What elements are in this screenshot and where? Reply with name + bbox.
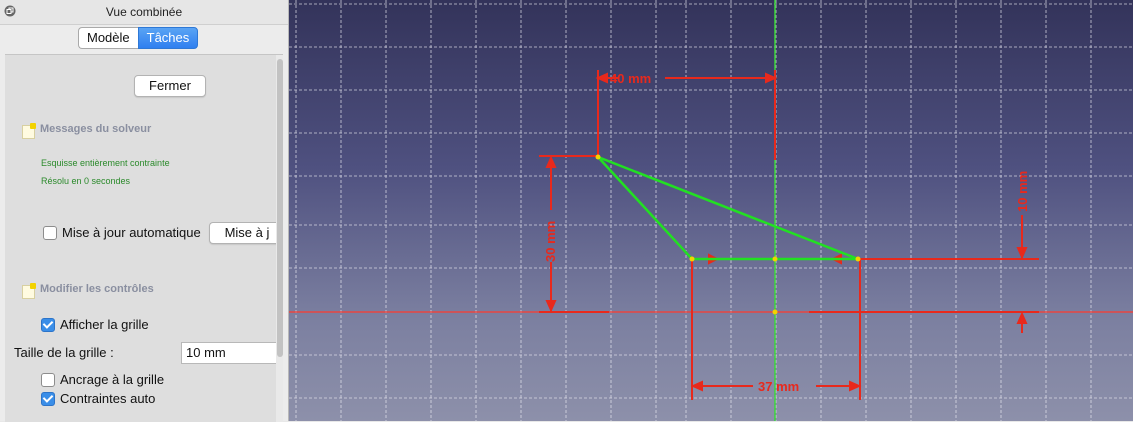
note-icon	[22, 123, 36, 139]
update-button[interactable]: Mise à j	[209, 222, 283, 244]
edit-controls-heading[interactable]: Modifier les contrôles	[40, 283, 154, 295]
show-grid-label: Afficher la grille	[60, 317, 149, 332]
window-title: Vue combinée	[105, 5, 183, 19]
combined-view-panel: Vue combinée Modèle Tâches Fermer Messag…	[0, 0, 289, 422]
snap-grid-label: Ancrage à la grille	[60, 372, 165, 387]
solver-time-text: Résolu en 0 secondes	[41, 176, 131, 186]
vertex-point[interactable]	[689, 256, 695, 262]
tab-bar: Modèle Tâches	[78, 27, 199, 49]
sketch-viewport[interactable]: 40 mm 37 mm 30 mm 10 mm	[289, 0, 1133, 421]
auto-update-label: Mise à jour automatique	[62, 225, 201, 240]
panel-titlebar: Vue combinée	[0, 0, 288, 25]
grid-lines	[289, 0, 1133, 421]
dimension-right-vertical[interactable]: 10 mm	[1015, 171, 1030, 212]
sketch-triangle[interactable]	[597, 155, 859, 261]
snap-grid-checkbox-row[interactable]: Ancrage à la grille	[41, 372, 164, 387]
auto-update-checkbox-row[interactable]: Mise à jour automatique	[43, 225, 201, 240]
auto-constraints-checkbox[interactable]	[41, 391, 55, 406]
sketch-canvas[interactable]: 40 mm 37 mm 30 mm 10 mm	[289, 0, 1133, 421]
tab-model[interactable]: Modèle	[78, 27, 138, 49]
auto-constraints-checkbox-row[interactable]: Contraintes auto	[41, 391, 155, 406]
task-panel: Fermer Messages du solveur Esquisse enti…	[5, 54, 283, 422]
vertex-point[interactable]	[855, 256, 861, 262]
vertex-point[interactable]	[772, 256, 778, 262]
dimension-left-vertical[interactable]: 30 mm	[543, 221, 558, 262]
tab-tasks[interactable]: Tâches	[137, 27, 199, 49]
show-grid-checkbox[interactable]	[41, 317, 55, 332]
snap-grid-checkbox[interactable]	[41, 372, 55, 387]
scrollbar-thumb[interactable]	[277, 59, 283, 357]
grid-size-input[interactable]: 10 mm	[181, 342, 277, 364]
auto-update-checkbox[interactable]	[43, 225, 57, 240]
origin-point[interactable]	[772, 309, 778, 315]
dimension-top-horizontal[interactable]: 40 mm	[610, 71, 651, 86]
solver-status-text: Esquisse entièrement contrainte	[41, 158, 170, 168]
auto-constraints-label: Contraintes auto	[60, 391, 156, 406]
note-icon	[22, 283, 36, 299]
grid-size-label: Taille de la grille :	[14, 345, 114, 360]
close-button[interactable]: Fermer	[134, 75, 206, 97]
solver-messages-heading[interactable]: Messages du solveur	[40, 123, 151, 135]
vertex-point[interactable]	[595, 154, 601, 160]
dimension-bottom-horizontal[interactable]: 37 mm	[758, 379, 799, 394]
constraint-dimensions[interactable]	[539, 70, 1039, 400]
show-grid-checkbox-row[interactable]: Afficher la grille	[41, 317, 149, 332]
